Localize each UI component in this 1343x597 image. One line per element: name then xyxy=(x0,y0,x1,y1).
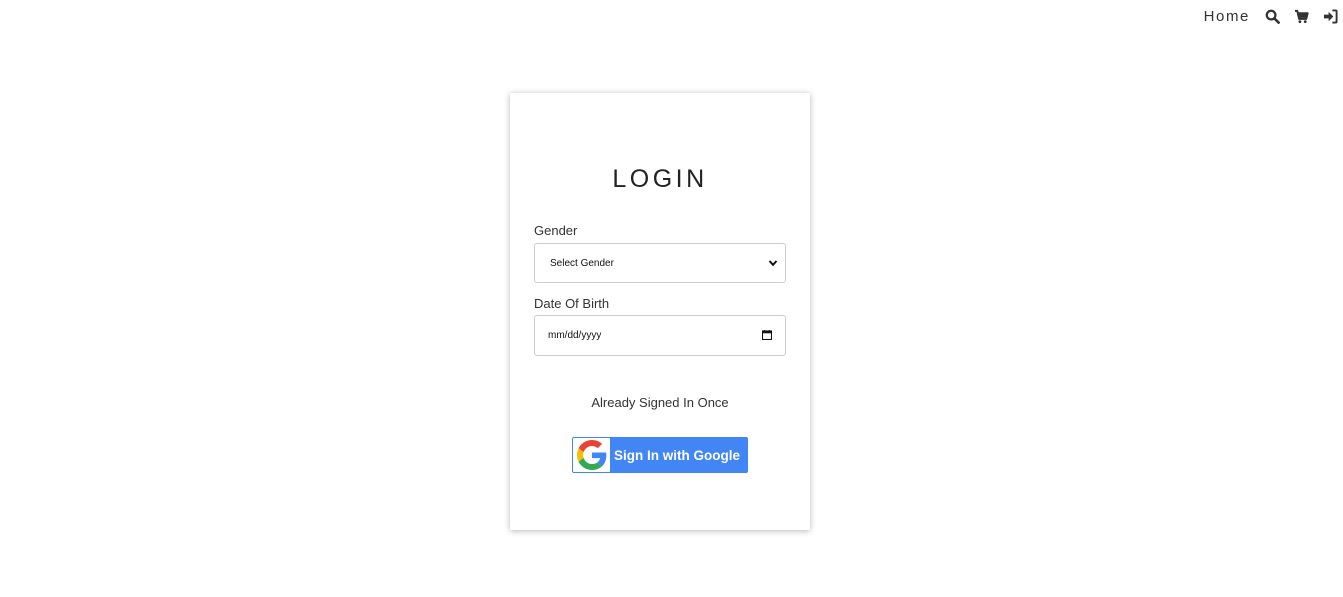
gender-label: Gender xyxy=(534,223,578,238)
search-icon[interactable] xyxy=(1264,8,1280,24)
google-sign-in-button[interactable]: Sign In with Google xyxy=(572,437,748,473)
google-logo-icon xyxy=(573,438,610,472)
chevron-down-icon xyxy=(768,258,778,271)
calendar-icon[interactable] xyxy=(761,330,773,343)
dob-placeholder: mm/dd/yyyy xyxy=(548,330,602,341)
sign-in-icon[interactable] xyxy=(1322,8,1338,24)
google-sign-in-label: Sign In with Google xyxy=(614,447,740,463)
gender-select-value: Select Gender xyxy=(550,257,614,269)
login-card: LOGIN Gender Select Gender Date Of Birth… xyxy=(510,93,810,530)
dob-input[interactable]: mm/dd/yyyy xyxy=(534,315,786,356)
dob-label: Date Of Birth xyxy=(534,296,610,311)
gender-select[interactable]: Select Gender xyxy=(534,243,786,283)
nav-home-link[interactable]: Home xyxy=(1204,8,1250,25)
already-signed-text: Already Signed In Once xyxy=(591,395,729,410)
cart-icon[interactable] xyxy=(1293,8,1309,24)
page-title: LOGIN xyxy=(612,165,708,193)
top-nav: Home xyxy=(1204,0,1343,32)
